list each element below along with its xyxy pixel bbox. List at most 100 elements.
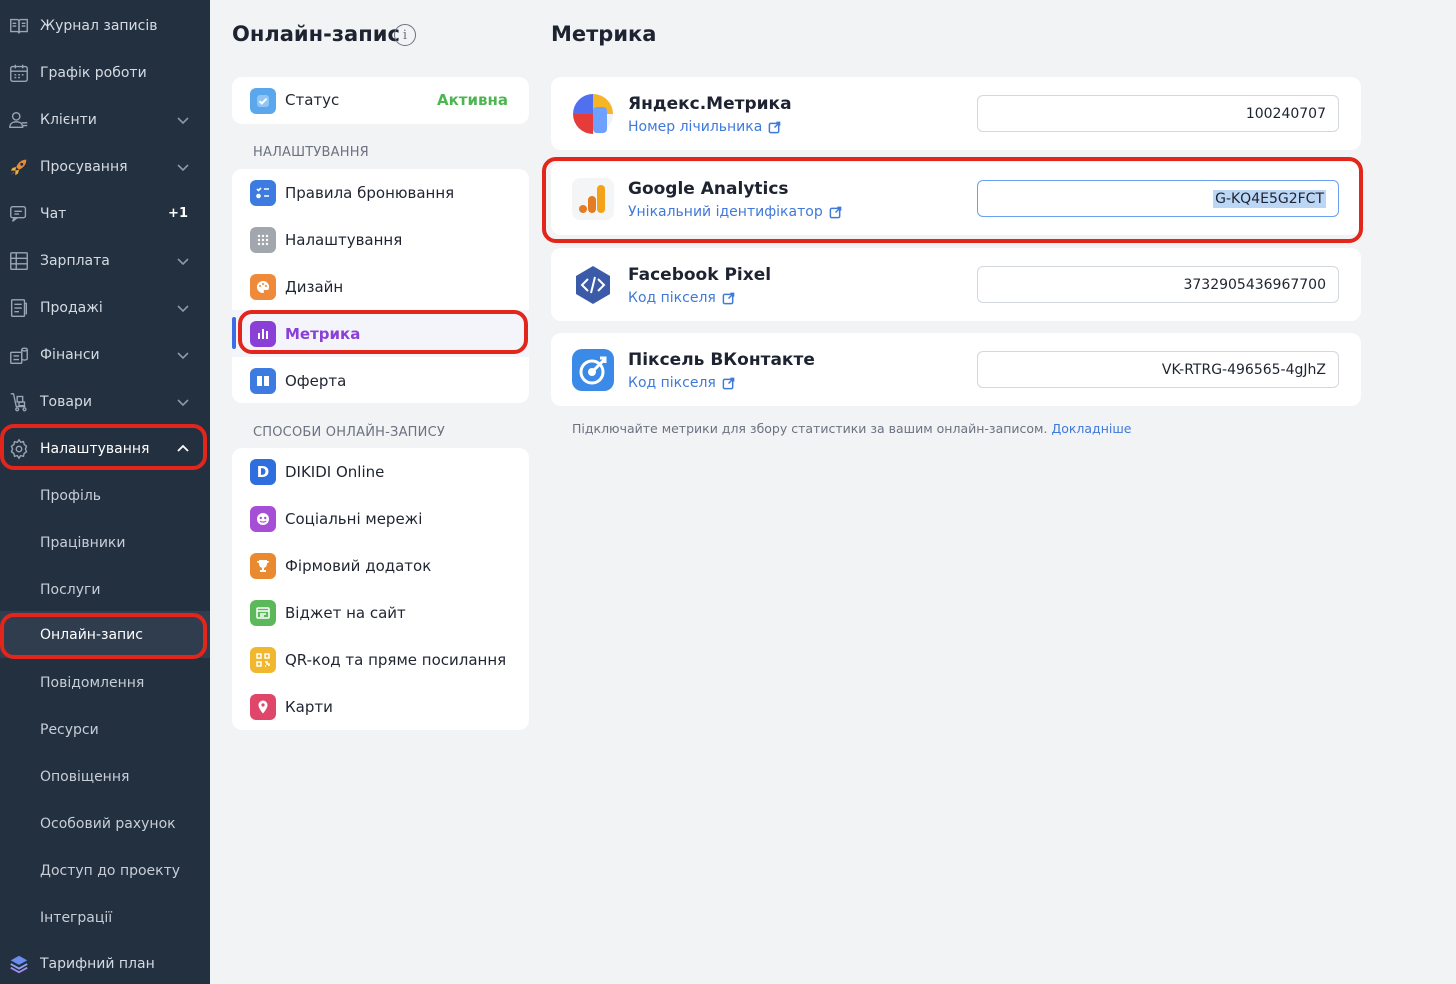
menu-item-label: Дизайн <box>285 277 344 296</box>
menu-item-branded-app[interactable]: Фірмовий додаток <box>232 542 529 589</box>
sidebar-item-sales[interactable]: Продажі <box>0 284 210 331</box>
menu-item-label: Налаштування <box>285 230 403 249</box>
learn-more-link[interactable]: Докладніше <box>1051 421 1131 436</box>
sidebar-subitem-messages[interactable]: Повідомлення <box>0 659 210 706</box>
sidebar-item-salary[interactable]: Зарплата <box>0 237 210 284</box>
menu-item-label: DIKIDI Online <box>285 462 385 481</box>
footnote: Підключайте метрики для збору статистики… <box>572 421 1131 436</box>
sidebar-subitem-label: Працівники <box>40 534 126 551</box>
menu-item-metrics[interactable]: Метрика <box>232 310 529 357</box>
metric-help-link[interactable]: Номер лічильника <box>628 119 781 135</box>
trophy-icon <box>250 552 276 579</box>
journal-icon <box>7 14 31 38</box>
ways-section-title: СПОСОБИ ОНЛАЙН-ЗАПИСУ <box>253 425 445 440</box>
status-card[interactable]: Статус Активна <box>232 77 529 124</box>
chevron-down-icon <box>177 116 189 124</box>
menu-item-label: Віджет на сайт <box>285 603 406 622</box>
chat-badge: +1 <box>168 206 188 221</box>
sidebar-subitem-label: Онлайн-запис <box>40 626 143 643</box>
sidebar-subitem-online-booking[interactable]: Онлайн-запис <box>0 611 210 658</box>
vk-pixel-input[interactable] <box>977 351 1339 388</box>
metric-link-label: Унікальний ідентифікатор <box>628 204 823 220</box>
menu-item-booking-rules[interactable]: Правила бронювання <box>232 169 529 216</box>
google-id-input[interactable]: G-KQ4E5G2FCT <box>977 180 1339 217</box>
sidebar-item-schedule[interactable]: Графік роботи <box>0 49 210 96</box>
menu-item-settings[interactable]: Налаштування <box>232 216 529 263</box>
menu-item-social[interactable]: Соціальні мережі <box>232 495 529 542</box>
sidebar-item-promotion[interactable]: Просування <box>0 143 210 190</box>
metric-help-link[interactable]: Унікальний ідентифікатор <box>628 204 842 220</box>
sidebar-subitem-label: Доступ до проекту <box>40 862 181 879</box>
sidebar-subitem-employees[interactable]: Працівники <box>0 519 210 566</box>
yandex-counter-input[interactable] <box>977 95 1339 132</box>
metric-link-label: Код пікселя <box>628 375 716 391</box>
map-pin-icon <box>250 693 276 720</box>
sidebar-subitem-profile[interactable]: Профіль <box>0 472 210 519</box>
sidebar-item-journal[interactable]: Журнал записів <box>0 2 210 49</box>
sidebar-item-tariff[interactable]: Тарифний план <box>0 940 210 984</box>
book-icon <box>250 367 276 394</box>
grid-icon <box>250 226 276 253</box>
menu-item-label: Оферта <box>285 371 347 390</box>
menu-item-qr[interactable]: QR-код та пряме посилання <box>232 636 529 683</box>
salary-icon <box>7 249 31 273</box>
external-link-icon <box>722 377 735 389</box>
sidebar-subitem-personal-account[interactable]: Особовий рахунок <box>0 800 210 847</box>
menu-item-label: Соціальні мережі <box>285 509 423 528</box>
menu-item-maps[interactable]: Карти <box>232 683 529 730</box>
sidebar-subitem-resources[interactable]: Ресурси <box>0 706 210 753</box>
metric-card-google: Google Analytics Унікальний ідентифікато… <box>551 162 1361 235</box>
menu-item-design[interactable]: Дизайн <box>232 263 529 310</box>
sidebar-item-label: Журнал записів <box>40 17 158 34</box>
vk-pixel-icon <box>572 349 614 391</box>
sidebar: Журнал записів Графік роботи Клієнти Про… <box>0 0 210 984</box>
info-icon[interactable]: i <box>394 24 416 46</box>
active-indicator <box>232 317 236 349</box>
sidebar-subitem-notifications[interactable]: Оповіщення <box>0 753 210 800</box>
dikidi-icon: D <box>250 458 276 485</box>
facebook-pixel-input[interactable] <box>977 266 1339 303</box>
sidebar-subitem-integrations[interactable]: Інтеграції <box>0 894 210 941</box>
google-analytics-icon <box>572 178 614 220</box>
sidebar-item-label: Фінанси <box>40 346 100 363</box>
sidebar-item-chat[interactable]: Чат +1 <box>0 190 210 237</box>
sidebar-item-label: Просування <box>40 158 128 175</box>
sidebar-item-label: Налаштування <box>40 440 150 457</box>
bar-chart-icon <box>250 320 276 347</box>
goods-icon <box>7 390 31 414</box>
external-link-icon <box>829 206 842 218</box>
chevron-down-icon <box>177 351 189 359</box>
menu-item-label: Правила бронювання <box>285 183 455 202</box>
menu-item-offer[interactable]: Оферта <box>232 357 529 404</box>
metric-link-label: Код пікселя <box>628 290 716 306</box>
external-link-icon <box>768 121 781 133</box>
menu-item-label: Фірмовий додаток <box>285 556 432 575</box>
status-value: Активна <box>437 91 508 109</box>
qr-code-icon <box>250 646 276 673</box>
sidebar-item-settings[interactable]: Налаштування <box>0 425 210 472</box>
metric-help-link[interactable]: Код пікселя <box>628 290 735 306</box>
status-label: Статус <box>285 91 340 109</box>
gear-icon <box>7 437 31 461</box>
sidebar-subitem-label: Повідомлення <box>40 674 145 691</box>
sidebar-subitem-label: Ресурси <box>40 721 99 738</box>
sidebar-item-clients[interactable]: Клієнти <box>0 96 210 143</box>
metric-help-link[interactable]: Код пікселя <box>628 375 735 391</box>
menu-item-widget[interactable]: Віджет на сайт <box>232 589 529 636</box>
chevron-up-icon <box>177 444 189 452</box>
sidebar-item-label: Товари <box>40 393 92 410</box>
sidebar-item-goods[interactable]: Товари <box>0 378 210 425</box>
sidebar-item-label: Тарифний план <box>40 955 155 972</box>
code-hexagon-icon <box>576 266 610 304</box>
calendar-icon <box>7 61 31 85</box>
rocket-icon <box>7 155 31 179</box>
widget-icon <box>250 599 276 626</box>
rules-icon <box>250 179 276 206</box>
sidebar-subitem-services[interactable]: Послуги <box>0 566 210 613</box>
sidebar-subitem-project-access[interactable]: Доступ до проекту <box>0 847 210 894</box>
metric-card-yandex: Яндекс.Метрика Номер лічильника <box>551 77 1361 150</box>
layers-icon <box>7 952 31 976</box>
sidebar-item-finance[interactable]: Фінанси <box>0 331 210 378</box>
metric-name: Піксель ВКонтакте <box>628 350 815 370</box>
menu-item-dikidi-online[interactable]: D DIKIDI Online <box>232 448 529 495</box>
